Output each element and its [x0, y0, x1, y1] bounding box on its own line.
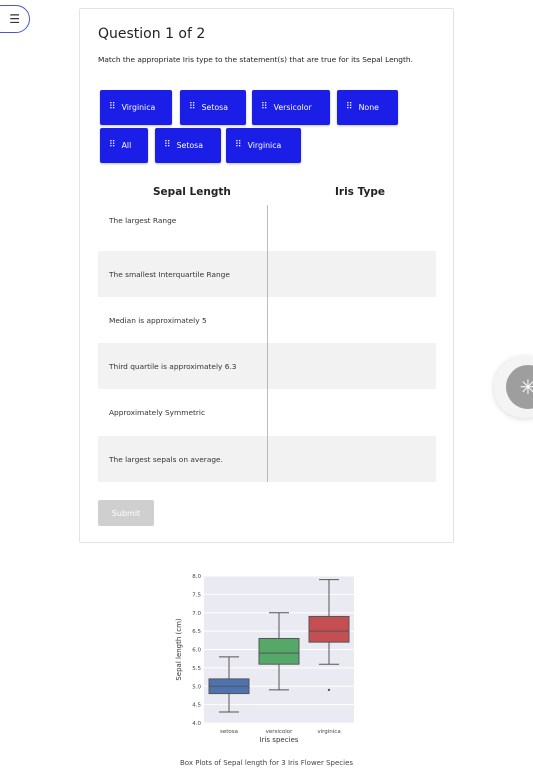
box-versicolor [258, 637, 300, 665]
outlier-point [327, 688, 331, 692]
statement-text: Median is approximately 5 [109, 315, 207, 325]
column-divider [267, 205, 268, 482]
statement-text: Approximately Symmetric [109, 407, 206, 417]
statement-text: Third quartile is approximately 6.3 [109, 361, 237, 371]
chip-label: All [121, 141, 132, 150]
y-tick-label: 7.5 [192, 592, 201, 598]
drag-chip-none[interactable]: ⠿ None [337, 90, 398, 125]
drag-chip-virginica[interactable]: ⠿ Virginica [100, 90, 172, 125]
submit-button[interactable]: Submit [98, 500, 154, 526]
y-tick-label: 7.0 [192, 611, 201, 617]
drag-chip-setosa[interactable]: ⠿ Setosa [180, 90, 246, 125]
drag-handle-icon: ⠿ [164, 140, 171, 150]
question-card: Question 1 of 2 Match the appropriate Ir… [79, 8, 454, 543]
loading-spinner-icon: ✳ [506, 365, 533, 409]
drag-handle-icon: ⠿ [109, 102, 116, 112]
x-tick-label: virginica [317, 729, 340, 735]
y-tick-label: 6.5 [192, 629, 201, 635]
y-tick-label: 5.5 [192, 666, 201, 672]
y-tick-label: 4.5 [192, 703, 201, 709]
x-tick-label: setosa [220, 729, 238, 735]
drag-handle-icon: ⠿ [346, 102, 353, 112]
drop-zone-3[interactable] [269, 297, 436, 343]
drag-chip-virginica-2[interactable]: ⠿ Virginica [226, 128, 301, 163]
drag-handle-icon: ⠿ [189, 102, 196, 112]
y-tick-label: 5.0 [192, 684, 201, 690]
chip-label: Versicolor [273, 103, 312, 112]
y-axis-label: Sepal length (cm) [175, 618, 183, 681]
drop-zone-5[interactable] [269, 389, 436, 435]
statement-text: The smallest Interquartile Range [109, 269, 230, 279]
chip-label: Setosa [201, 103, 229, 112]
drag-handle-icon: ⠿ [109, 140, 116, 150]
question-instruction: Match the appropriate Iris type to the s… [98, 55, 413, 64]
drag-chip-all[interactable]: ⠿ All [100, 128, 148, 163]
drop-zone-4[interactable] [269, 343, 436, 389]
figure-caption: Box Plots of Sepal length for 3 Iris Flo… [179, 759, 354, 767]
drag-chip-setosa-2[interactable]: ⠿ Setosa [155, 128, 221, 163]
chip-label: Virginica [121, 103, 156, 112]
drop-zone-6[interactable] [269, 436, 436, 482]
statement-text: The largest sepals on average. [109, 454, 223, 464]
floating-widget-tab[interactable]: ✳ [494, 356, 533, 418]
statement-text: The largest Range [109, 215, 177, 225]
x-axis-label: Iris species [260, 736, 299, 744]
y-tick-label: 6.0 [192, 648, 201, 654]
question-title: Question 1 of 2 [98, 26, 206, 42]
y-tick-label: 8.0 [192, 574, 201, 580]
drag-handle-icon: ⠿ [261, 102, 268, 112]
drop-zone-1[interactable] [269, 197, 436, 243]
chip-label: Setosa [176, 141, 204, 150]
chip-label: None [358, 103, 379, 112]
y-tick-label: 4.0 [192, 721, 201, 727]
chip-label: Virginica [247, 141, 282, 150]
box-plot-chart: 4.0 4.5 5.0 5.5 6.0 6.5 7.0 7.5 8.0 setosa versico… [175, 574, 354, 744]
toc-toggle-button[interactable]: ☰ [0, 5, 30, 33]
drag-chip-versicolor[interactable]: ⠿ Versicolor [252, 90, 330, 125]
drag-handle-icon: ⠿ [235, 140, 242, 150]
box-virginica [308, 615, 350, 643]
list-icon: ☰ [9, 12, 20, 26]
x-tick-label: versicolor [266, 729, 294, 735]
drop-zone-2[interactable] [269, 251, 436, 297]
